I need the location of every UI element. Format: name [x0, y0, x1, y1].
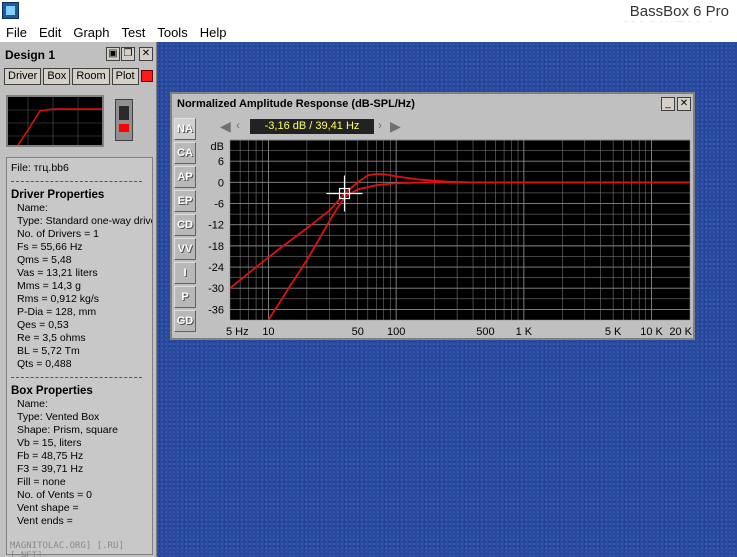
driver-property: Re = 3,5 ohms [17, 332, 86, 344]
close-icon[interactable]: ✕ [139, 47, 153, 61]
graph-title: Normalized Amplitude Response (dB-SPL/Hz… [177, 98, 415, 110]
plot-background [230, 140, 690, 320]
y-tick-label: -30 [208, 283, 224, 295]
driver-thumbnail [119, 106, 129, 120]
menu-help[interactable]: Help [194, 22, 233, 42]
driver-property: Mms = 14,3 g [17, 280, 81, 292]
box-property: Vent shape = [17, 502, 79, 514]
driver-property: BL = 5,72 Tm [17, 345, 80, 357]
minimize-icon[interactable]: _ [661, 97, 675, 111]
app-icon[interactable] [2, 2, 19, 19]
driver-properties-heading: Driver Properties [11, 189, 105, 201]
tab-room[interactable]: Room [72, 68, 110, 85]
design-title: Design 1 [5, 48, 56, 62]
fast-left-arrow-icon[interactable]: ◀ [220, 118, 236, 134]
driver-property: Vas = 13,21 liters [17, 267, 98, 279]
box-property: Name: [17, 398, 48, 410]
driver-property: Fs = 55,66 Hz [17, 241, 83, 253]
graph-title-bar: Normalized Amplitude Response (dB-SPL/Hz… [174, 96, 691, 112]
tab-cd[interactable]: CD [174, 214, 196, 236]
tab-plot[interactable]: Plot [111, 68, 139, 85]
driver-property: Qts = 0,488 [17, 358, 72, 370]
y-tick-label: -24 [208, 262, 224, 274]
box-properties-heading: Box Properties [11, 385, 93, 397]
y-tick-label: 0 [218, 177, 224, 189]
x-tick-label: 100 [387, 326, 405, 338]
mini-response-thumbnail[interactable] [6, 95, 104, 147]
menu-bar: File Edit Graph Test Tools Help [0, 22, 737, 42]
y-tick-label: -18 [208, 241, 224, 253]
x-tick-label: 50 [352, 326, 364, 338]
driver-property: P-Dia = 128, mm [17, 306, 97, 318]
save-icon[interactable]: ▣ [106, 47, 120, 61]
menu-test[interactable]: Test [116, 22, 152, 42]
box-property: Type: Vented Box [17, 411, 100, 423]
x-tick-label: 500 [476, 326, 494, 338]
tab-na[interactable]: NA [174, 118, 196, 140]
box-property: Vent ends = [17, 515, 73, 527]
box-thumbnail[interactable] [115, 99, 133, 141]
x-tick-label: 10 K [640, 326, 663, 338]
box-property: Vb = 15, liters [17, 437, 82, 449]
driver-property: Qes = 0,53 [17, 319, 69, 331]
design-panel: Design 1 ▣ ❐ ✕ Driver Box Room Plot File… [0, 42, 157, 557]
copy-icon[interactable]: ❐ [121, 47, 135, 61]
plot-color-swatch[interactable] [140, 70, 153, 82]
design-tabs: Driver Box Room Plot [4, 68, 153, 85]
separator [11, 181, 142, 185]
separator [11, 377, 142, 381]
tab-driver[interactable]: Driver [4, 68, 42, 85]
x-tick-label: 20 K [669, 326, 692, 338]
tab-ap[interactable]: AP [174, 166, 196, 188]
menu-graph[interactable]: Graph [67, 22, 115, 42]
x-tick-label: 5 Hz [226, 326, 249, 338]
tab-box[interactable]: Box [43, 68, 71, 85]
tab-gd[interactable]: GD [174, 310, 196, 332]
menu-file[interactable]: File [0, 22, 33, 42]
box-property: No. of Vents = 0 [17, 489, 93, 501]
y-tick-label: -6 [214, 199, 224, 211]
tab-i[interactable]: I [174, 262, 196, 284]
response-plot[interactable]: dB 6 0 -6 -12 -18 -24 -30 -365 Hz 10 50 100 500 1 K 5 … [200, 138, 692, 338]
tab-ca[interactable]: CA [174, 142, 196, 164]
menu-tools[interactable]: Tools [151, 22, 193, 42]
vent-thumbnail [119, 124, 129, 132]
y-axis-label: dB [211, 141, 224, 153]
box-property: Fb = 48,75 Hz [17, 450, 84, 462]
design-title-bar: Design 1 ▣ ❐ ✕ [2, 45, 154, 64]
driver-property: Name: [17, 202, 48, 214]
properties-panel: File: тгц.bb6 Driver Properties Name: Ty… [6, 157, 153, 555]
tab-vv[interactable]: VV [174, 238, 196, 260]
driver-property: Type: Standard one-way driver [17, 215, 153, 227]
file-name: File: тгц.bb6 [11, 162, 69, 174]
y-tick-label: 6 [218, 156, 224, 168]
title-bar: BassBox 6 Pro MAGNITOLA [0, 0, 737, 34]
amplitude-response-window: Normalized Amplitude Response (dB-SPL/Hz… [170, 92, 695, 340]
x-tick-label: 10 [262, 326, 274, 338]
fast-right-arrow-icon[interactable]: ▶ [390, 118, 406, 134]
close-icon[interactable]: ✕ [677, 97, 691, 111]
y-tick-label: -12 [208, 220, 224, 232]
tab-ep[interactable]: EP [174, 190, 196, 212]
x-tick-label: 1 K [516, 326, 533, 338]
x-tick-label: 5 K [605, 326, 622, 338]
box-property: F3 = 39,71 Hz [17, 463, 84, 475]
menu-edit[interactable]: Edit [33, 22, 67, 42]
graph-type-tabs: NA CA AP EP CD VV I P GD [174, 118, 196, 334]
box-property: Fill = none [17, 476, 66, 488]
cursor-readout: -3,16 dB / 39,41 Hz [250, 119, 374, 134]
box-property: Shape: Prism, square [17, 424, 118, 436]
tab-p[interactable]: P [174, 286, 196, 308]
y-tick-label: -36 [208, 304, 224, 316]
driver-property: Qms = 5,48 [17, 254, 72, 266]
bottom-watermark: MAGNITOLAC.ORG] [.RU] [.NET] [10, 541, 124, 557]
driver-property: Rms = 0,912 kg/s [17, 293, 99, 305]
driver-property: No. of Drivers = 1 [17, 228, 99, 240]
